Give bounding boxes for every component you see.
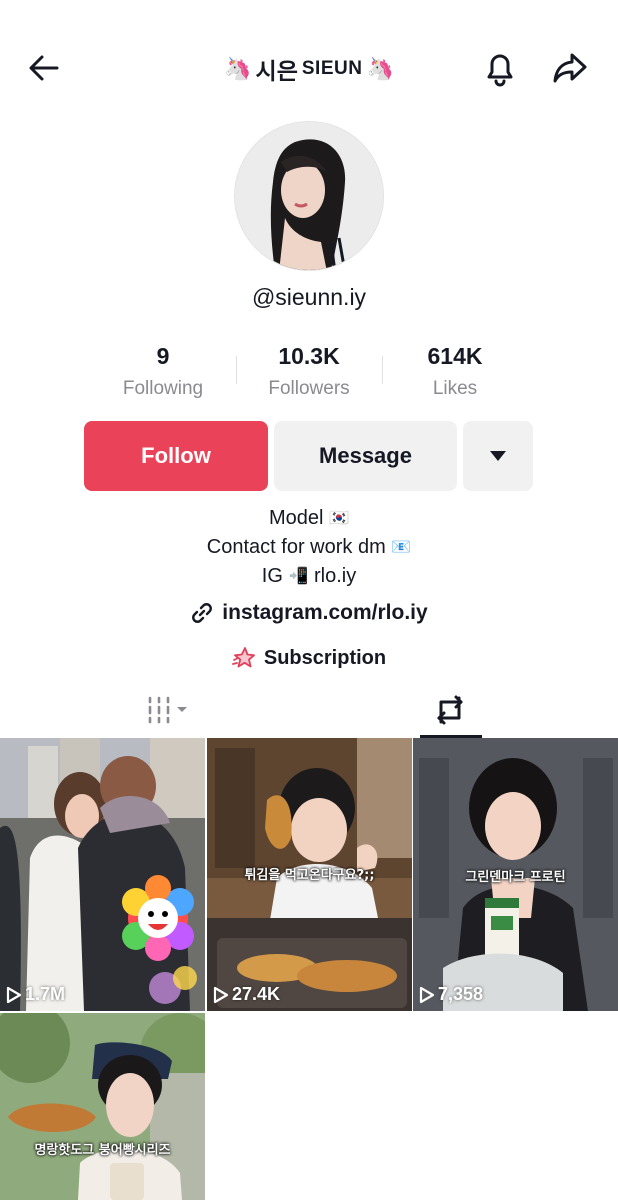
title-korean: 시은 xyxy=(255,59,298,85)
profile-link[interactable]: instagram.com/rlo.iy xyxy=(0,601,618,625)
bio-text: IG xyxy=(261,565,283,587)
video-thumbnail[interactable]: 튀김을 먹고온다구요?;; 27.4K xyxy=(207,738,412,1011)
unicorn-emoji-right: 🦄 xyxy=(366,56,394,81)
username-handle: @sieunn.iy xyxy=(251,284,367,310)
content-tabs xyxy=(0,682,618,738)
stat-followers[interactable]: 10.3K Followers xyxy=(236,340,382,410)
play-outline-icon xyxy=(419,986,435,1003)
stat-label: Likes xyxy=(432,378,478,399)
avatar[interactable] xyxy=(234,121,384,271)
bio-text: Model xyxy=(269,507,324,529)
link-icon xyxy=(192,603,213,623)
korea-flag-emoji: 🇰🇷 xyxy=(329,510,349,527)
view-count: 1.7M xyxy=(6,984,65,1005)
subscription-button[interactable]: Subscription xyxy=(0,646,618,670)
phone-arrow-emoji: 📲 xyxy=(288,568,309,585)
stat-value: 614K xyxy=(427,343,483,369)
grid-filter-icon xyxy=(148,696,187,724)
play-outline-icon xyxy=(6,986,22,1003)
title-latin: SIEUN xyxy=(301,58,363,79)
page-title: 🦄 시은 SIEUN 🦄 xyxy=(0,52,618,86)
subscription-label: Subscription xyxy=(263,646,387,669)
profile-bio: Model 🇰🇷 Contact for work dm 📧 IG 📲 rlo.… xyxy=(0,504,618,591)
link-text: instagram.com/rlo.iy xyxy=(222,601,428,624)
video-caption: 그린덴마크 프로틴 xyxy=(465,870,566,885)
share-icon xyxy=(553,53,587,83)
follow-button[interactable]: Follow xyxy=(84,421,268,491)
suggested-accounts-button[interactable] xyxy=(463,421,533,491)
stat-value: 9 xyxy=(156,343,170,369)
view-count: 27.4K xyxy=(213,984,280,1005)
video-thumbnail[interactable]: 그린덴마크 프로틴 7,358 xyxy=(413,738,618,1011)
video-thumbnail[interactable]: 명랑핫도그 붕어빵시리즈 xyxy=(0,1013,205,1200)
caret-down-icon xyxy=(490,451,506,461)
video-thumbnail-image xyxy=(0,738,205,1011)
share-button[interactable] xyxy=(548,46,592,90)
bio-text: Contact for work dm xyxy=(206,536,386,558)
bio-line: IG 📲 rlo.iy xyxy=(0,562,618,591)
stat-following[interactable]: 9 Following xyxy=(90,340,236,410)
video-caption: 튀김을 먹고온다구요?;; xyxy=(244,868,375,883)
bio-line: Model 🇰🇷 xyxy=(0,504,618,533)
tab-reposts[interactable] xyxy=(380,682,520,738)
bell-icon xyxy=(487,54,513,87)
stat-label: Followers xyxy=(268,378,350,399)
video-thumbnail[interactable]: 1.7M xyxy=(0,738,205,1011)
view-count-text: 1.7M xyxy=(25,984,66,1004)
notifications-button[interactable] xyxy=(478,46,522,90)
video-thumbnail-image xyxy=(0,1013,205,1200)
play-outline-icon xyxy=(213,986,229,1003)
unicorn-emoji-left: 🦄 xyxy=(224,56,252,81)
video-caption: 명랑핫도그 붕어빵시리즈 xyxy=(34,1143,171,1158)
bio-text: rlo.iy xyxy=(313,565,357,587)
stat-value: 10.3K xyxy=(278,343,340,369)
stat-label: Following xyxy=(122,378,204,399)
profile-stats: 9 Following 10.3K Followers 614K Likes xyxy=(90,340,528,410)
subscription-star-icon xyxy=(231,647,255,668)
stat-likes: 614K Likes xyxy=(382,340,528,410)
tab-videos[interactable] xyxy=(100,682,240,738)
repost-icon xyxy=(437,695,463,725)
avatar-photo xyxy=(235,122,383,270)
envelope-emoji: 📧 xyxy=(391,539,412,556)
view-count-text: 7,358 xyxy=(438,984,484,1004)
message-button[interactable]: Message xyxy=(274,421,457,491)
profile-header: 🦄 시은 SIEUN 🦄 xyxy=(0,0,618,130)
view-count-text: 27.4K xyxy=(232,984,281,1004)
view-count: 7,358 xyxy=(419,984,483,1005)
bio-line: Contact for work dm 📧 xyxy=(0,533,618,562)
